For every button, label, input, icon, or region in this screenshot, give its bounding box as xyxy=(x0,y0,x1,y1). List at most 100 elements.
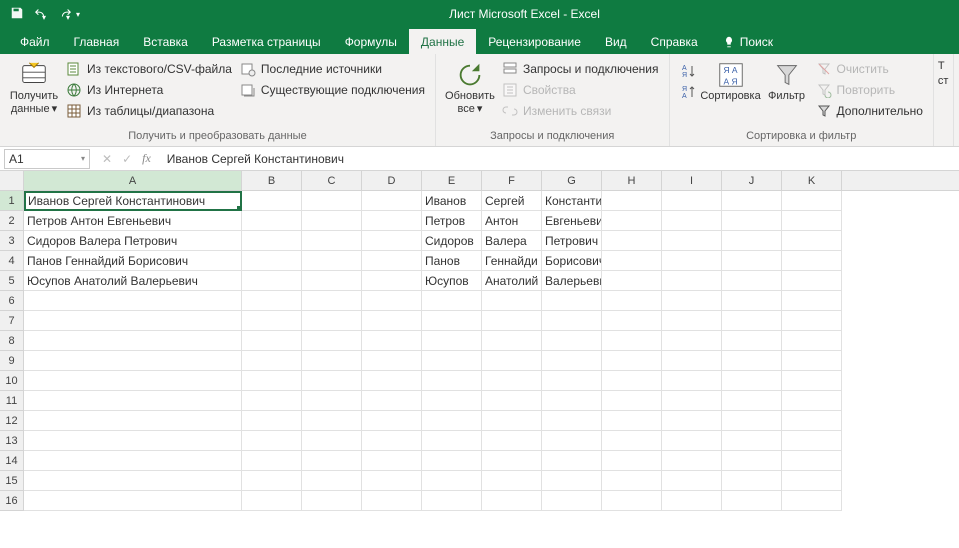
cell-C1[interactable] xyxy=(302,191,362,211)
cell-K6[interactable] xyxy=(782,291,842,311)
undo-icon[interactable]: ▾ xyxy=(34,6,48,23)
cell-A4[interactable]: Панов Геннайдий Борисович xyxy=(24,251,242,271)
cell-F2[interactable]: Антон xyxy=(482,211,542,231)
sort-button[interactable]: Я АА Я Сортировка xyxy=(700,58,762,105)
cell-I7[interactable] xyxy=(662,311,722,331)
cell-I16[interactable] xyxy=(662,491,722,511)
cell-J4[interactable] xyxy=(722,251,782,271)
cell-G7[interactable] xyxy=(542,311,602,331)
cell-K7[interactable] xyxy=(782,311,842,331)
cell-E16[interactable] xyxy=(422,491,482,511)
save-icon[interactable] xyxy=(10,6,24,23)
row-header[interactable]: 11 xyxy=(0,391,24,411)
cell-J11[interactable] xyxy=(722,391,782,411)
tab-формулы[interactable]: Формулы xyxy=(333,29,409,54)
row-header[interactable]: 12 xyxy=(0,411,24,431)
cell-H7[interactable] xyxy=(602,311,662,331)
cell-G9[interactable] xyxy=(542,351,602,371)
cell-K14[interactable] xyxy=(782,451,842,471)
cell-F15[interactable] xyxy=(482,471,542,491)
cell-J1[interactable] xyxy=(722,191,782,211)
cell-F11[interactable] xyxy=(482,391,542,411)
cell-F3[interactable]: Валера xyxy=(482,231,542,251)
cell-G14[interactable] xyxy=(542,451,602,471)
cell-I6[interactable] xyxy=(662,291,722,311)
cell-C6[interactable] xyxy=(302,291,362,311)
cell-B6[interactable] xyxy=(242,291,302,311)
row-header[interactable]: 2 xyxy=(0,211,24,231)
cell-D3[interactable] xyxy=(362,231,422,251)
cell-I8[interactable] xyxy=(662,331,722,351)
cell-B16[interactable] xyxy=(242,491,302,511)
col-header-H[interactable]: H xyxy=(602,171,662,190)
cell-D7[interactable] xyxy=(362,311,422,331)
col-header-A[interactable]: A xyxy=(24,171,242,190)
tab-вставка[interactable]: Вставка xyxy=(131,29,200,54)
cell-K12[interactable] xyxy=(782,411,842,431)
cell-E5[interactable]: Юсупов xyxy=(422,271,482,291)
col-header-B[interactable]: B xyxy=(242,171,302,190)
cell-C14[interactable] xyxy=(302,451,362,471)
cell-C13[interactable] xyxy=(302,431,362,451)
tab-главная[interactable]: Главная xyxy=(62,29,132,54)
cell-D5[interactable] xyxy=(362,271,422,291)
cell-E10[interactable] xyxy=(422,371,482,391)
cell-H16[interactable] xyxy=(602,491,662,511)
cell-A13[interactable] xyxy=(24,431,242,451)
cell-E13[interactable] xyxy=(422,431,482,451)
cell-C7[interactable] xyxy=(302,311,362,331)
cell-F13[interactable] xyxy=(482,431,542,451)
cell-A7[interactable] xyxy=(24,311,242,331)
cell-E9[interactable] xyxy=(422,351,482,371)
cell-I4[interactable] xyxy=(662,251,722,271)
cell-J10[interactable] xyxy=(722,371,782,391)
cell-K5[interactable] xyxy=(782,271,842,291)
cell-B7[interactable] xyxy=(242,311,302,331)
cell-I5[interactable] xyxy=(662,271,722,291)
cell-B15[interactable] xyxy=(242,471,302,491)
cancel-icon[interactable]: ✕ xyxy=(102,152,112,166)
cell-B9[interactable] xyxy=(242,351,302,371)
cell-C9[interactable] xyxy=(302,351,362,371)
cell-I14[interactable] xyxy=(662,451,722,471)
redo-icon[interactable]: ▾ xyxy=(58,6,72,23)
cell-H15[interactable] xyxy=(602,471,662,491)
cell-F5[interactable]: Анатолий xyxy=(482,271,542,291)
cell-D8[interactable] xyxy=(362,331,422,351)
cell-F10[interactable] xyxy=(482,371,542,391)
cell-I1[interactable] xyxy=(662,191,722,211)
cell-A12[interactable] xyxy=(24,411,242,431)
cell-G6[interactable] xyxy=(542,291,602,311)
cell-I12[interactable] xyxy=(662,411,722,431)
row-header[interactable]: 6 xyxy=(0,291,24,311)
tab-справка[interactable]: Справка xyxy=(639,29,710,54)
cell-B8[interactable] xyxy=(242,331,302,351)
cell-B14[interactable] xyxy=(242,451,302,471)
cell-A15[interactable] xyxy=(24,471,242,491)
cell-E1[interactable]: Иванов xyxy=(422,191,482,211)
cell-D12[interactable] xyxy=(362,411,422,431)
select-all-corner[interactable] xyxy=(0,171,24,190)
cell-G1[interactable]: Константинович xyxy=(542,191,602,211)
enter-icon[interactable]: ✓ xyxy=(122,152,132,166)
cell-C15[interactable] xyxy=(302,471,362,491)
cell-K13[interactable] xyxy=(782,431,842,451)
cell-D9[interactable] xyxy=(362,351,422,371)
cell-D4[interactable] xyxy=(362,251,422,271)
formula-input[interactable]: Иванов Сергей Константинович xyxy=(159,152,959,166)
tab-файл[interactable]: Файл xyxy=(8,29,62,54)
cell-E11[interactable] xyxy=(422,391,482,411)
cell-G4[interactable]: Борисович xyxy=(542,251,602,271)
cell-F14[interactable] xyxy=(482,451,542,471)
row-header[interactable]: 14 xyxy=(0,451,24,471)
cell-K15[interactable] xyxy=(782,471,842,491)
cell-J7[interactable] xyxy=(722,311,782,331)
cell-B4[interactable] xyxy=(242,251,302,271)
recent-sources-button[interactable]: Последние источники xyxy=(238,60,427,78)
cell-I3[interactable] xyxy=(662,231,722,251)
cell-A3[interactable]: Сидоров Валера Петрович xyxy=(24,231,242,251)
cell-E7[interactable] xyxy=(422,311,482,331)
cell-C3[interactable] xyxy=(302,231,362,251)
cell-D16[interactable] xyxy=(362,491,422,511)
cell-E4[interactable]: Панов xyxy=(422,251,482,271)
